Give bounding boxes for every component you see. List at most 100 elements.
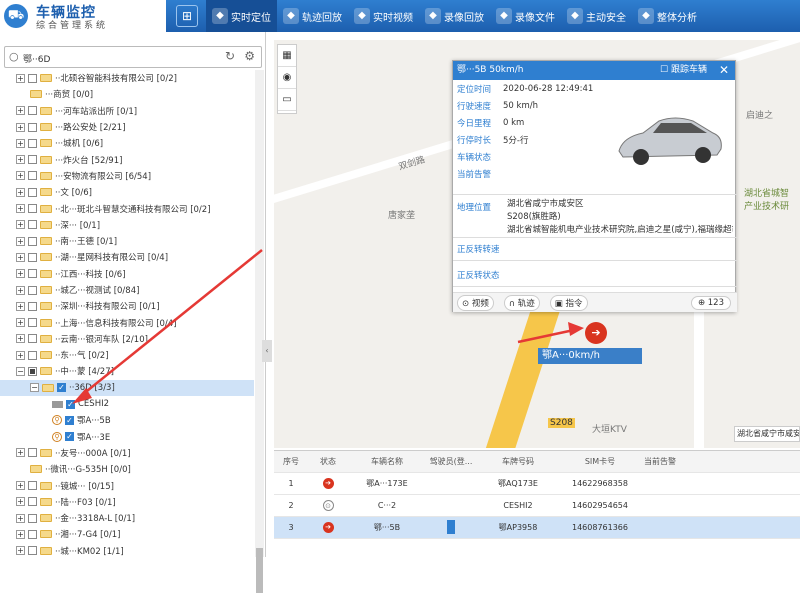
checkbox[interactable]	[28, 497, 37, 507]
checkbox[interactable]: ✓	[57, 383, 66, 393]
apps-grid-button[interactable]: ⊞	[176, 5, 198, 27]
tree-item[interactable]: + ··城···KM02 [1/1]	[0, 543, 254, 557]
checkbox[interactable]	[28, 269, 37, 279]
checkbox[interactable]	[28, 236, 37, 246]
track-vehicle-checkbox[interactable]: ☐ 跟踪车辆	[660, 61, 707, 80]
tree-item[interactable]: + ··陆···F03 [0/1]	[0, 494, 254, 510]
expand-icon[interactable]: +	[16, 204, 25, 214]
expand-icon[interactable]: +	[16, 236, 25, 246]
tree-item[interactable]: + ··南···王德 [0/1]	[0, 233, 254, 249]
checkbox[interactable]	[28, 122, 37, 132]
tree-item[interactable]: ⚲ ✓ 鄂A···3E	[0, 429, 254, 445]
tree-item[interactable]: + ··北硕谷智能科技有限公司 [0/2]	[0, 70, 254, 86]
column-header[interactable]: 车辆名称	[348, 456, 426, 467]
checkbox[interactable]	[28, 220, 37, 230]
column-header[interactable]: 状态	[308, 456, 348, 467]
checkbox[interactable]	[28, 448, 37, 458]
track-button[interactable]: ∩ 轨迹	[503, 294, 540, 311]
tree-item[interactable]: + ··东···气 [0/2]	[0, 347, 254, 363]
truck-icon[interactable]: ▭	[278, 89, 296, 111]
tree-item[interactable]: + ···路公安处 [2/21]	[0, 119, 254, 135]
tree-item[interactable]: + ··金···3318A-L [0/1]	[0, 510, 254, 526]
eye-icon[interactable]: ◉	[278, 67, 296, 89]
checkbox[interactable]	[28, 529, 37, 539]
expand-icon[interactable]: +	[16, 448, 25, 458]
tree-item[interactable]: + ··深··· [0/1]	[0, 217, 254, 233]
table-row[interactable]: 2 ⊙ C···2 CESHI2 14602954654	[274, 495, 800, 517]
search-box[interactable]: ○ 鄂··6D ↻ ⚙	[4, 46, 262, 68]
checkbox[interactable]	[28, 138, 37, 148]
tree-item[interactable]: − ✓ ··36D [3/3]	[0, 379, 254, 396]
checkbox[interactable]	[28, 106, 37, 116]
checkbox[interactable]	[28, 481, 37, 491]
nav-item-6[interactable]: ◆ 整体分析	[632, 0, 703, 32]
tree-item[interactable]: ··微讯···G-535H [0/0]	[0, 461, 254, 477]
checkbox[interactable]	[28, 301, 37, 311]
expand-icon[interactable]: +	[16, 513, 25, 523]
expand-icon[interactable]: +	[16, 220, 25, 230]
tree-item[interactable]: + ···河车站派出所 [0/1]	[0, 103, 254, 119]
tree-item[interactable]: ⚲ ✓ 鄂A···5B	[0, 412, 254, 428]
column-header[interactable]: SIM卡号	[560, 456, 640, 467]
video-button[interactable]: ⊙ 视频	[457, 294, 494, 311]
tree-item[interactable]: + ··北···斑北斗智慧交通科技有限公司 [0/2]	[0, 200, 254, 216]
tree-scrollbar[interactable]	[255, 70, 264, 593]
tree-item[interactable]: + ··友号···000A [0/1]	[0, 445, 254, 461]
tree-item[interactable]: + ··湖···星网科技有限公司 [0/4]	[0, 249, 254, 265]
expand-icon[interactable]: +	[16, 497, 25, 507]
nav-item-5[interactable]: ◆ 主动安全	[561, 0, 632, 32]
expand-icon[interactable]: +	[16, 155, 25, 165]
settings-icon[interactable]: ⚙	[244, 49, 255, 63]
expand-icon[interactable]: +	[16, 481, 25, 491]
checkbox[interactable]	[28, 252, 37, 262]
column-header[interactable]: 序号	[274, 456, 308, 467]
expand-icon[interactable]: +	[16, 171, 25, 181]
collapse-icon[interactable]: −	[16, 366, 25, 376]
checkbox[interactable]	[28, 155, 37, 165]
checkbox[interactable]	[28, 350, 37, 360]
expand-icon[interactable]: +	[16, 106, 25, 116]
nav-item-1[interactable]: ◆ 轨迹回放	[277, 0, 348, 32]
tree-item[interactable]: + ··镜城··· [0/15]	[0, 477, 254, 493]
expand-icon[interactable]: +	[16, 285, 25, 295]
command-button[interactable]: ▣ 指令	[549, 294, 588, 311]
tree-item[interactable]: + ··云南···银河车队 [2/10]	[0, 331, 254, 347]
tree-item[interactable]: + ···城机 [0/6]	[0, 135, 254, 151]
nav-item-4[interactable]: ◆ 录像文件	[490, 0, 561, 32]
tree-item[interactable]: + ···炸火台 [52/91]	[0, 151, 254, 167]
refresh-icon[interactable]: ↻	[225, 49, 235, 63]
nav-item-3[interactable]: ◆ 录像回放	[419, 0, 490, 32]
expand-icon[interactable]: +	[16, 73, 25, 83]
expand-icon[interactable]: +	[16, 138, 25, 148]
checkbox[interactable]	[28, 285, 37, 295]
count-badge[interactable]: ⊕ 123	[690, 295, 731, 310]
table-row[interactable]: 1 ➔ 鄂A···173E 鄂AQ173E 14622968358	[274, 473, 800, 495]
nav-item-2[interactable]: ◆ 实时视频	[348, 0, 419, 32]
expand-icon[interactable]: +	[16, 187, 25, 197]
checkbox[interactable]	[28, 513, 37, 523]
tree-item[interactable]: ···商贸 [0/0]	[0, 86, 254, 102]
checkbox[interactable]	[28, 73, 37, 83]
tree-item[interactable]: + ···安物流有限公司 [6/54]	[0, 168, 254, 184]
expand-icon[interactable]: +	[16, 252, 25, 262]
checkbox[interactable]: ✓	[65, 432, 74, 442]
expand-icon[interactable]: +	[16, 122, 25, 132]
expand-icon[interactable]: +	[16, 350, 25, 360]
expand-icon[interactable]: +	[16, 529, 25, 539]
tree-item[interactable]: + ··城乙···视测试 [0/84]	[0, 282, 254, 298]
checkbox[interactable]	[28, 187, 37, 197]
scrollbar-thumb[interactable]	[256, 548, 263, 593]
collapse-panel-button[interactable]: ‹	[262, 340, 272, 362]
tree-item[interactable]: + ··文 [0/6]	[0, 184, 254, 200]
expand-icon[interactable]: +	[16, 334, 25, 344]
checkbox[interactable]	[28, 334, 37, 344]
table-row[interactable]: 3 ➔ 鄂···5B 鄂AP3958 14608761366	[274, 517, 800, 539]
checkbox[interactable]: ✓	[65, 415, 74, 425]
column-header[interactable]: 当前告警	[640, 456, 700, 467]
close-icon[interactable]: ✕	[719, 61, 729, 80]
search-input[interactable]: 鄂··6D	[23, 52, 50, 65]
tree-item[interactable]: + ··深圳···科技有限公司 [0/1]	[0, 298, 254, 314]
expand-icon[interactable]: +	[16, 301, 25, 311]
column-header[interactable]: 驾驶员(登...	[426, 456, 476, 467]
checkbox[interactable]: ✓	[66, 399, 75, 409]
